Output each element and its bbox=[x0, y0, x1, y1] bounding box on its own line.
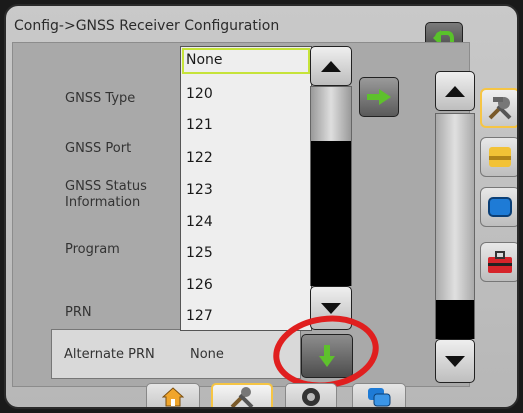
folder-icon bbox=[489, 147, 511, 167]
gauge-icon bbox=[302, 388, 320, 406]
list-item[interactable]: 124 bbox=[186, 214, 213, 230]
gnss-type-label: GNSS Type bbox=[65, 91, 136, 106]
tab-screens[interactable] bbox=[352, 383, 406, 407]
list-scroll-track[interactable] bbox=[310, 86, 352, 286]
list-item[interactable]: 127 bbox=[186, 308, 213, 324]
tools-tab-icon bbox=[230, 387, 254, 407]
page-title: Config->GNSS Receiver Configuration bbox=[14, 18, 280, 34]
tools-side-button[interactable] bbox=[480, 88, 517, 128]
scroll-track[interactable] bbox=[435, 113, 475, 339]
tab-gauge[interactable] bbox=[285, 383, 337, 407]
tools-icon bbox=[488, 97, 512, 120]
display-side-button[interactable] bbox=[480, 187, 517, 227]
toolbox-icon bbox=[488, 251, 512, 273]
list-item[interactable]: 122 bbox=[186, 150, 213, 166]
prn-label: PRN bbox=[65, 305, 92, 320]
list-scroll-blank bbox=[311, 141, 351, 286]
screen: Config->GNSS Receiver Configuration GNSS… bbox=[4, 4, 519, 409]
gnss-status-label: GNSS Status Information bbox=[65, 179, 147, 210]
display-icon bbox=[488, 197, 512, 217]
tab-home[interactable] bbox=[146, 383, 200, 407]
next-button[interactable] bbox=[359, 77, 399, 117]
list-item[interactable]: 125 bbox=[186, 245, 213, 261]
list-scroll-up-button[interactable] bbox=[310, 46, 352, 86]
alternate-prn-label: Alternate PRN bbox=[64, 347, 155, 362]
gnss-port-label: GNSS Port bbox=[65, 141, 132, 156]
callout-circle bbox=[273, 315, 379, 389]
list-item[interactable]: 121 bbox=[186, 117, 213, 133]
list-item[interactable]: 120 bbox=[186, 86, 213, 102]
program-label: Program bbox=[65, 242, 120, 257]
folder-side-button[interactable] bbox=[480, 137, 517, 177]
alternate-prn-row: Alternate PRN None bbox=[51, 329, 301, 379]
right-arrow-icon bbox=[367, 89, 391, 105]
home-icon bbox=[162, 387, 184, 407]
scroll-thumb[interactable] bbox=[436, 300, 474, 339]
list-item[interactable]: 123 bbox=[186, 182, 213, 198]
alternate-prn-value[interactable]: None bbox=[190, 347, 224, 363]
scroll-up-button[interactable] bbox=[435, 71, 475, 111]
list-item[interactable]: None bbox=[186, 52, 223, 68]
screens-icon bbox=[368, 388, 391, 407]
prn-dropdown-list[interactable]: None 120 121 122 123 124 125 126 127 bbox=[180, 46, 312, 331]
scroll-down-button[interactable] bbox=[435, 339, 475, 383]
tab-tools[interactable] bbox=[211, 383, 273, 407]
list-item[interactable]: 126 bbox=[186, 277, 213, 293]
toolbox-side-button[interactable] bbox=[480, 242, 517, 282]
